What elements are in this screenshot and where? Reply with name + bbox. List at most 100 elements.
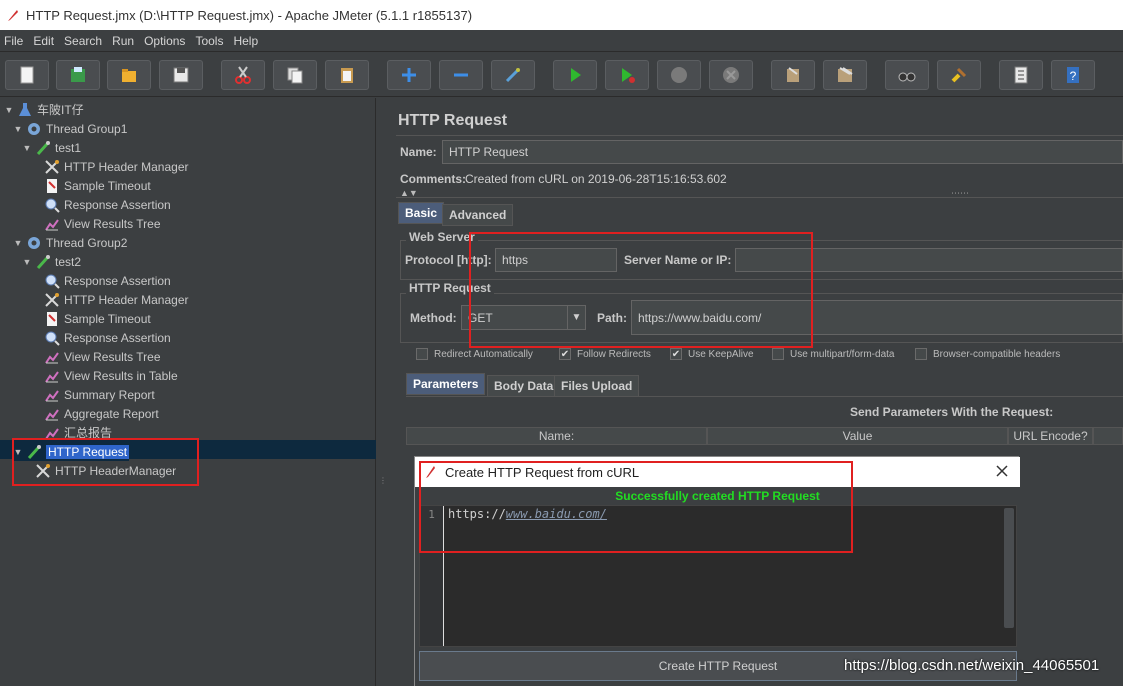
tree-item[interactable]: 汇总报告 [31,423,112,442]
tree-item[interactable]: ▼ test1 [22,138,81,157]
start-no-pause-button[interactable] [605,60,649,90]
tree-item[interactable]: ▼ 车陂IT仔 [4,100,84,119]
open-button[interactable] [107,60,151,90]
paste-button[interactable] [325,60,369,90]
comments-field[interactable]: Created from cURL on 2019-06-28T15:16:53… [465,172,727,186]
save-button[interactable] [159,60,203,90]
protocol-label: Protocol [http]: [405,253,492,267]
chart-icon [44,349,60,365]
jmeter-feather-icon [426,466,435,478]
protocol-field[interactable]: https [495,248,617,272]
expand-toggle-icon[interactable]: ▼ [13,447,23,457]
clear-button[interactable] [771,60,815,90]
svg-text:?: ? [1070,69,1077,83]
tree-item[interactable]: Sample Timeout [31,309,151,328]
search-button[interactable] [885,60,929,90]
menu-options[interactable]: Options [140,34,191,48]
use-keepalive-checkbox[interactable]: ✔ Use KeepAlive [670,348,754,360]
tree-item[interactable]: ▼ HTTP Request [13,442,130,461]
stop-icon [671,67,687,83]
watermark: https://blog.csdn.net/weixin_44065501 [844,657,1100,674]
collapse-all-button[interactable] [439,60,483,90]
redirect-automatically-checkbox[interactable]: Redirect Automatically [416,348,533,360]
editor-scrollbar[interactable] [1004,508,1014,628]
toolbar: ? [0,53,1123,97]
column-name[interactable]: Name: [406,427,707,445]
checkbox-label: Browser-compatible headers [933,348,1061,360]
tree-item[interactable]: ▼ Thread Group2 [13,233,128,252]
expand-toggle-icon[interactable]: ▼ [13,238,23,248]
close-icon[interactable] [994,463,1010,479]
name-field[interactable]: HTTP Request [442,140,1123,164]
tree-item[interactable]: HTTP HeaderManager [22,461,176,480]
follow-redirects-checkbox[interactable]: ✔ Follow Redirects [559,348,651,360]
tree-item[interactable]: ▼ Thread Group1 [13,119,128,138]
column-value[interactable]: Value [707,427,1008,445]
tree-item[interactable]: Response Assertion [31,328,171,347]
use-multipart-checkbox[interactable]: Use multipart/form-data [772,348,894,360]
expand-icon [402,68,416,82]
tab-advanced[interactable]: Advanced [442,204,514,226]
curl-text: https://www.baidu.com/ [448,507,607,521]
expand-toggle-icon[interactable]: ▼ [13,124,23,134]
menu-file[interactable]: File [0,34,29,48]
open-icon [122,69,136,82]
menu-run[interactable]: Run [108,34,140,48]
code-link[interactable]: www.baidu.com/ [506,507,607,521]
tree-item[interactable]: HTTP Header Manager [31,290,189,309]
expand-toggle-icon[interactable]: ▼ [22,143,32,153]
save-icon [173,67,189,83]
curl-editor[interactable]: 1 https://www.baidu.com/ [419,505,1017,647]
toggle-button[interactable] [491,60,535,90]
tree-item[interactable]: HTTP Header Manager [31,157,189,176]
browser-compatible-checkbox[interactable]: Browser-compatible headers [915,348,1060,360]
server-name-field[interactable] [735,248,1123,272]
tab-files-upload[interactable]: Files Upload [554,375,640,397]
tree-item-label: 汇总报告 [64,426,113,440]
tab-body-data[interactable]: Body Data [487,375,561,397]
tree-item[interactable]: ▼ test2 [22,252,81,271]
tree-item-label: View Results in Table [64,368,178,383]
menu-tools[interactable]: Tools [191,34,229,48]
tree-item[interactable]: View Results Tree [31,347,161,366]
expand-toggle-icon[interactable]: ▼ [22,257,32,267]
tree-item[interactable]: Sample Timeout [31,176,151,195]
path-field[interactable]: https://www.baidu.com/ [631,300,1123,335]
tab-basic[interactable]: Basic [398,202,445,224]
reset-search-button[interactable] [937,60,981,90]
tree-item[interactable]: Response Assertion [31,271,171,290]
window-title-bar: HTTP Request.jmx (D:\HTTP Request.jmx) -… [0,0,1123,30]
chart-icon [44,387,60,403]
tree-item[interactable]: Aggregate Report [31,404,159,423]
method-select[interactable]: GET ▼ [461,305,586,330]
tree-item[interactable]: View Results Tree [31,214,161,233]
menu-help[interactable]: Help [229,34,264,48]
chevron-down-icon[interactable]: ▼ [567,306,585,329]
menu-edit[interactable]: Edit [29,34,60,48]
tree-item-label: HTTP Header Manager [64,159,189,174]
copy-button[interactable] [273,60,317,90]
tree-item[interactable]: View Results in Table [31,366,178,385]
function-helper-icon [1014,66,1028,84]
magnifier-icon [44,273,60,289]
new-button[interactable] [5,60,49,90]
menu-search[interactable]: Search [60,34,108,48]
templates-button[interactable] [56,60,100,90]
cut-button[interactable] [221,60,265,90]
magnifier-icon [44,330,60,346]
tree-item[interactable]: Summary Report [31,385,155,404]
expand-all-button[interactable] [387,60,431,90]
help-button[interactable]: ? [1051,60,1095,90]
tree-item[interactable]: Response Assertion [31,195,171,214]
tab-parameters[interactable]: Parameters [406,373,486,395]
line-number: 1 [420,506,444,646]
clear-all-button[interactable] [823,60,867,90]
stop-button[interactable] [657,60,701,90]
expand-toggle-icon[interactable]: ▼ [4,105,14,115]
shutdown-button[interactable] [709,60,753,90]
start-button[interactable] [553,60,597,90]
function-helper-button[interactable] [999,60,1043,90]
column-url-encode[interactable]: URL Encode? [1008,427,1093,445]
dialog-title-bar: Create HTTP Request from cURL [415,457,1020,487]
split-pane-divider[interactable]: ⋮ [377,98,387,686]
